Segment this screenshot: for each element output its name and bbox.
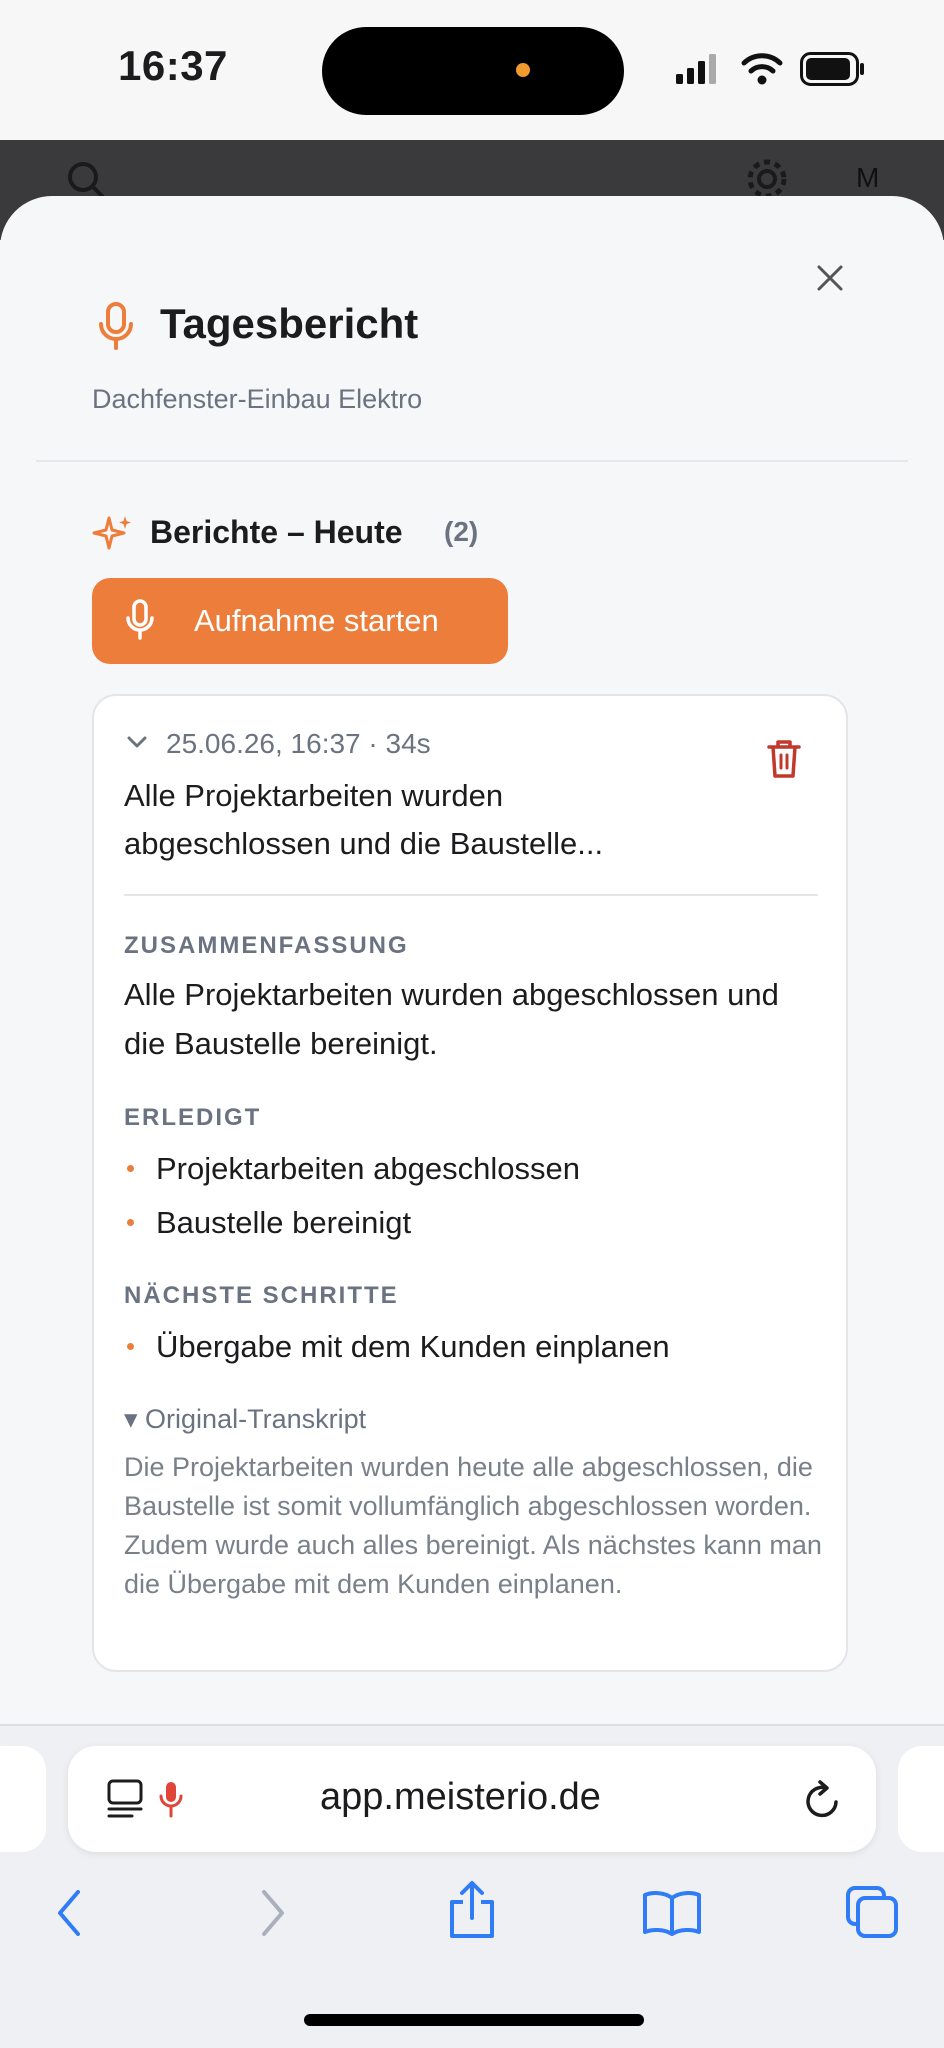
list-item: Baustelle bereinigt	[124, 1198, 411, 1247]
search-icon[interactable]	[66, 160, 106, 200]
summary-label: ZUSAMMENFASSUNG	[124, 932, 409, 959]
done-label: ERLEDIGT	[124, 1104, 262, 1131]
wifi-icon	[741, 53, 783, 85]
card-divider	[124, 894, 818, 896]
list-item: Übergabe mit dem Kunden einplanen	[124, 1322, 670, 1371]
transcript-text: Die Projektarbeiten wurden heute alle ab…	[124, 1452, 822, 1599]
battery-icon	[800, 52, 864, 86]
bullet-icon	[127, 1165, 134, 1172]
report-timestamp: 25.06.26, 16:37 · 34s	[166, 728, 431, 759]
bookmarks-icon[interactable]	[642, 1888, 702, 1936]
forward-icon[interactable]	[258, 1888, 288, 1938]
close-button[interactable]	[808, 256, 852, 300]
avatar[interactable]: M	[856, 162, 879, 194]
project-subtitle: Dachfenster-Einbau Elektro	[92, 384, 423, 414]
microphone-icon	[159, 1782, 183, 1818]
report-preview-line: Alle Projektarbeiten wurden	[124, 778, 504, 813]
report-preview-line: abgeschlossen und die Baustelle...	[124, 826, 604, 861]
report-count: (2)	[444, 516, 479, 547]
back-icon[interactable]	[54, 1888, 84, 1938]
share-icon[interactable]	[446, 1880, 498, 1940]
list-item: Projektarbeiten abgeschlossen	[124, 1144, 580, 1193]
url-text[interactable]: app.meisterio.de	[320, 1776, 601, 1819]
next-tab-preview[interactable]	[898, 1746, 944, 1852]
done-item: Projektarbeiten abgeschlossen	[156, 1151, 580, 1186]
summary-text: Alle Projektarbeiten wurden abgeschlosse…	[124, 977, 779, 1061]
chevron-down-icon[interactable]	[126, 734, 148, 750]
sparkle-icon	[92, 516, 131, 550]
header-divider	[36, 460, 908, 462]
done-item: Baustelle bereinigt	[156, 1205, 412, 1240]
bullet-icon	[127, 1343, 134, 1350]
microphone-icon	[126, 599, 154, 640]
reader-icon[interactable]	[106, 1778, 146, 1820]
status-time: 16:37	[118, 42, 228, 89]
start-recording-label: Aufnahme starten	[194, 603, 439, 638]
cellular-signal-icon	[676, 54, 716, 84]
report-preview[interactable]: Alle Projektarbeiten wurden abgeschlosse…	[124, 772, 764, 868]
reload-icon[interactable]	[802, 1778, 844, 1822]
recording-indicator-dot	[516, 63, 530, 77]
start-recording-button[interactable]: Aufnahme starten	[92, 578, 508, 664]
next-steps-label: NÄCHSTE SCHRITTE	[124, 1282, 399, 1309]
tabs-icon[interactable]	[844, 1884, 900, 1940]
home-indicator	[304, 2014, 644, 2026]
section-title: Berichte – Heute	[150, 514, 403, 550]
transcript-toggle[interactable]: ▾ Original-Transkript	[124, 1404, 366, 1435]
close-icon	[817, 265, 843, 291]
next-step-item: Übergabe mit dem Kunden einplanen	[156, 1329, 670, 1364]
microphone-icon	[99, 302, 133, 350]
previous-tab-preview[interactable]	[0, 1746, 46, 1852]
page-title: Tagesbericht	[160, 300, 419, 347]
trash-icon[interactable]	[766, 738, 802, 780]
bullet-icon	[127, 1219, 134, 1226]
dynamic-island	[322, 27, 624, 115]
